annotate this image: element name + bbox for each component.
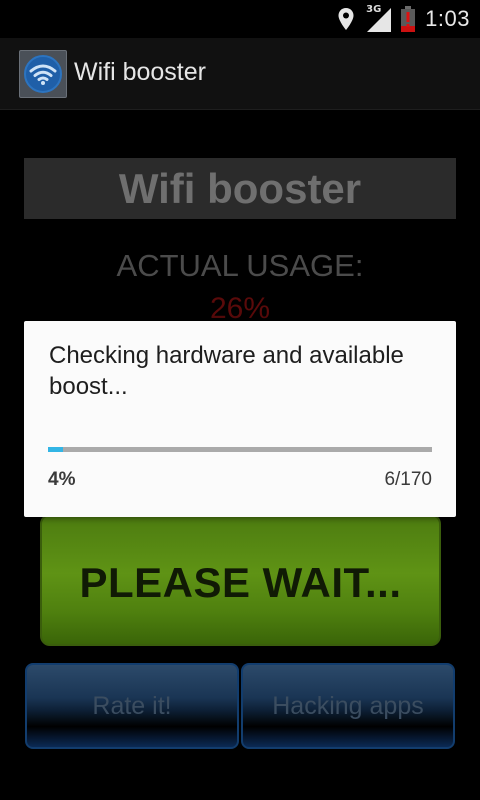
page-title: Wifi booster: [118, 164, 362, 212]
app-title: Wifi booster: [74, 58, 206, 86]
status-time: 1:03: [425, 6, 470, 31]
progress-fill: [48, 447, 64, 452]
hacking-apps-button-label: Hacking apps: [272, 691, 424, 720]
signal-icon: 3G: [365, 4, 392, 32]
app-icon[interactable]: [19, 50, 67, 98]
wifi-icon: [24, 55, 62, 93]
status-bar: 3G 1:03: [0, 0, 480, 38]
action-bar: Wifi booster: [0, 38, 480, 110]
hacking-apps-button[interactable]: Hacking apps: [241, 663, 455, 749]
usage-label: ACTUAL USAGE:: [116, 248, 364, 283]
progress-count: 6/170: [384, 469, 432, 490]
title-banner: Wifi booster: [24, 158, 456, 219]
battery-icon: [401, 6, 416, 32]
rate-it-button[interactable]: Rate it!: [25, 663, 239, 749]
location-icon: [338, 8, 354, 30]
rate-it-button-label: Rate it!: [92, 691, 172, 720]
please-wait-button[interactable]: PLEASE WAIT...: [40, 514, 441, 646]
dialog-message: Checking hardware and available boost...: [49, 342, 404, 400]
progress-dialog: Checking hardware and available boost...…: [24, 321, 456, 517]
progress-percent: 4%: [48, 469, 76, 490]
progress-bar: [48, 447, 432, 452]
please-wait-button-label: PLEASE WAIT...: [79, 559, 402, 606]
status-icons: 3G 1:03: [337, 0, 470, 38]
